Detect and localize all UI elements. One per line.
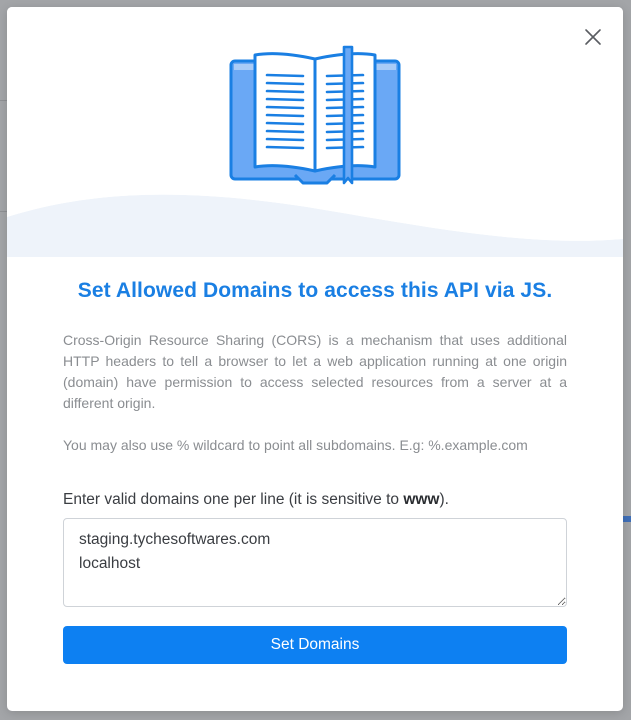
domains-label-suffix: ). <box>439 491 449 508</box>
open-book-icon <box>229 45 401 185</box>
close-button[interactable] <box>581 25 605 49</box>
domains-label: Enter valid domains one per line (it is … <box>63 491 567 509</box>
set-domains-button[interactable]: Set Domains <box>63 626 567 664</box>
cors-description: Cross-Origin Resource Sharing (CORS) is … <box>63 332 567 411</box>
domains-label-prefix: Enter valid domains one per line (it is … <box>63 491 404 508</box>
background-divider <box>0 211 7 212</box>
close-icon <box>585 29 601 45</box>
cors-domains-modal: Set Allowed Domains to access this API v… <box>7 7 623 711</box>
domains-textarea[interactable] <box>63 518 567 607</box>
wildcard-note: You may also use % wildcard to point all… <box>63 437 528 453</box>
domains-label-emphasis: www <box>403 491 440 508</box>
background-accent <box>623 516 631 522</box>
background-divider <box>0 100 7 101</box>
modal-title: Set Allowed Domains to access this API v… <box>77 279 553 302</box>
